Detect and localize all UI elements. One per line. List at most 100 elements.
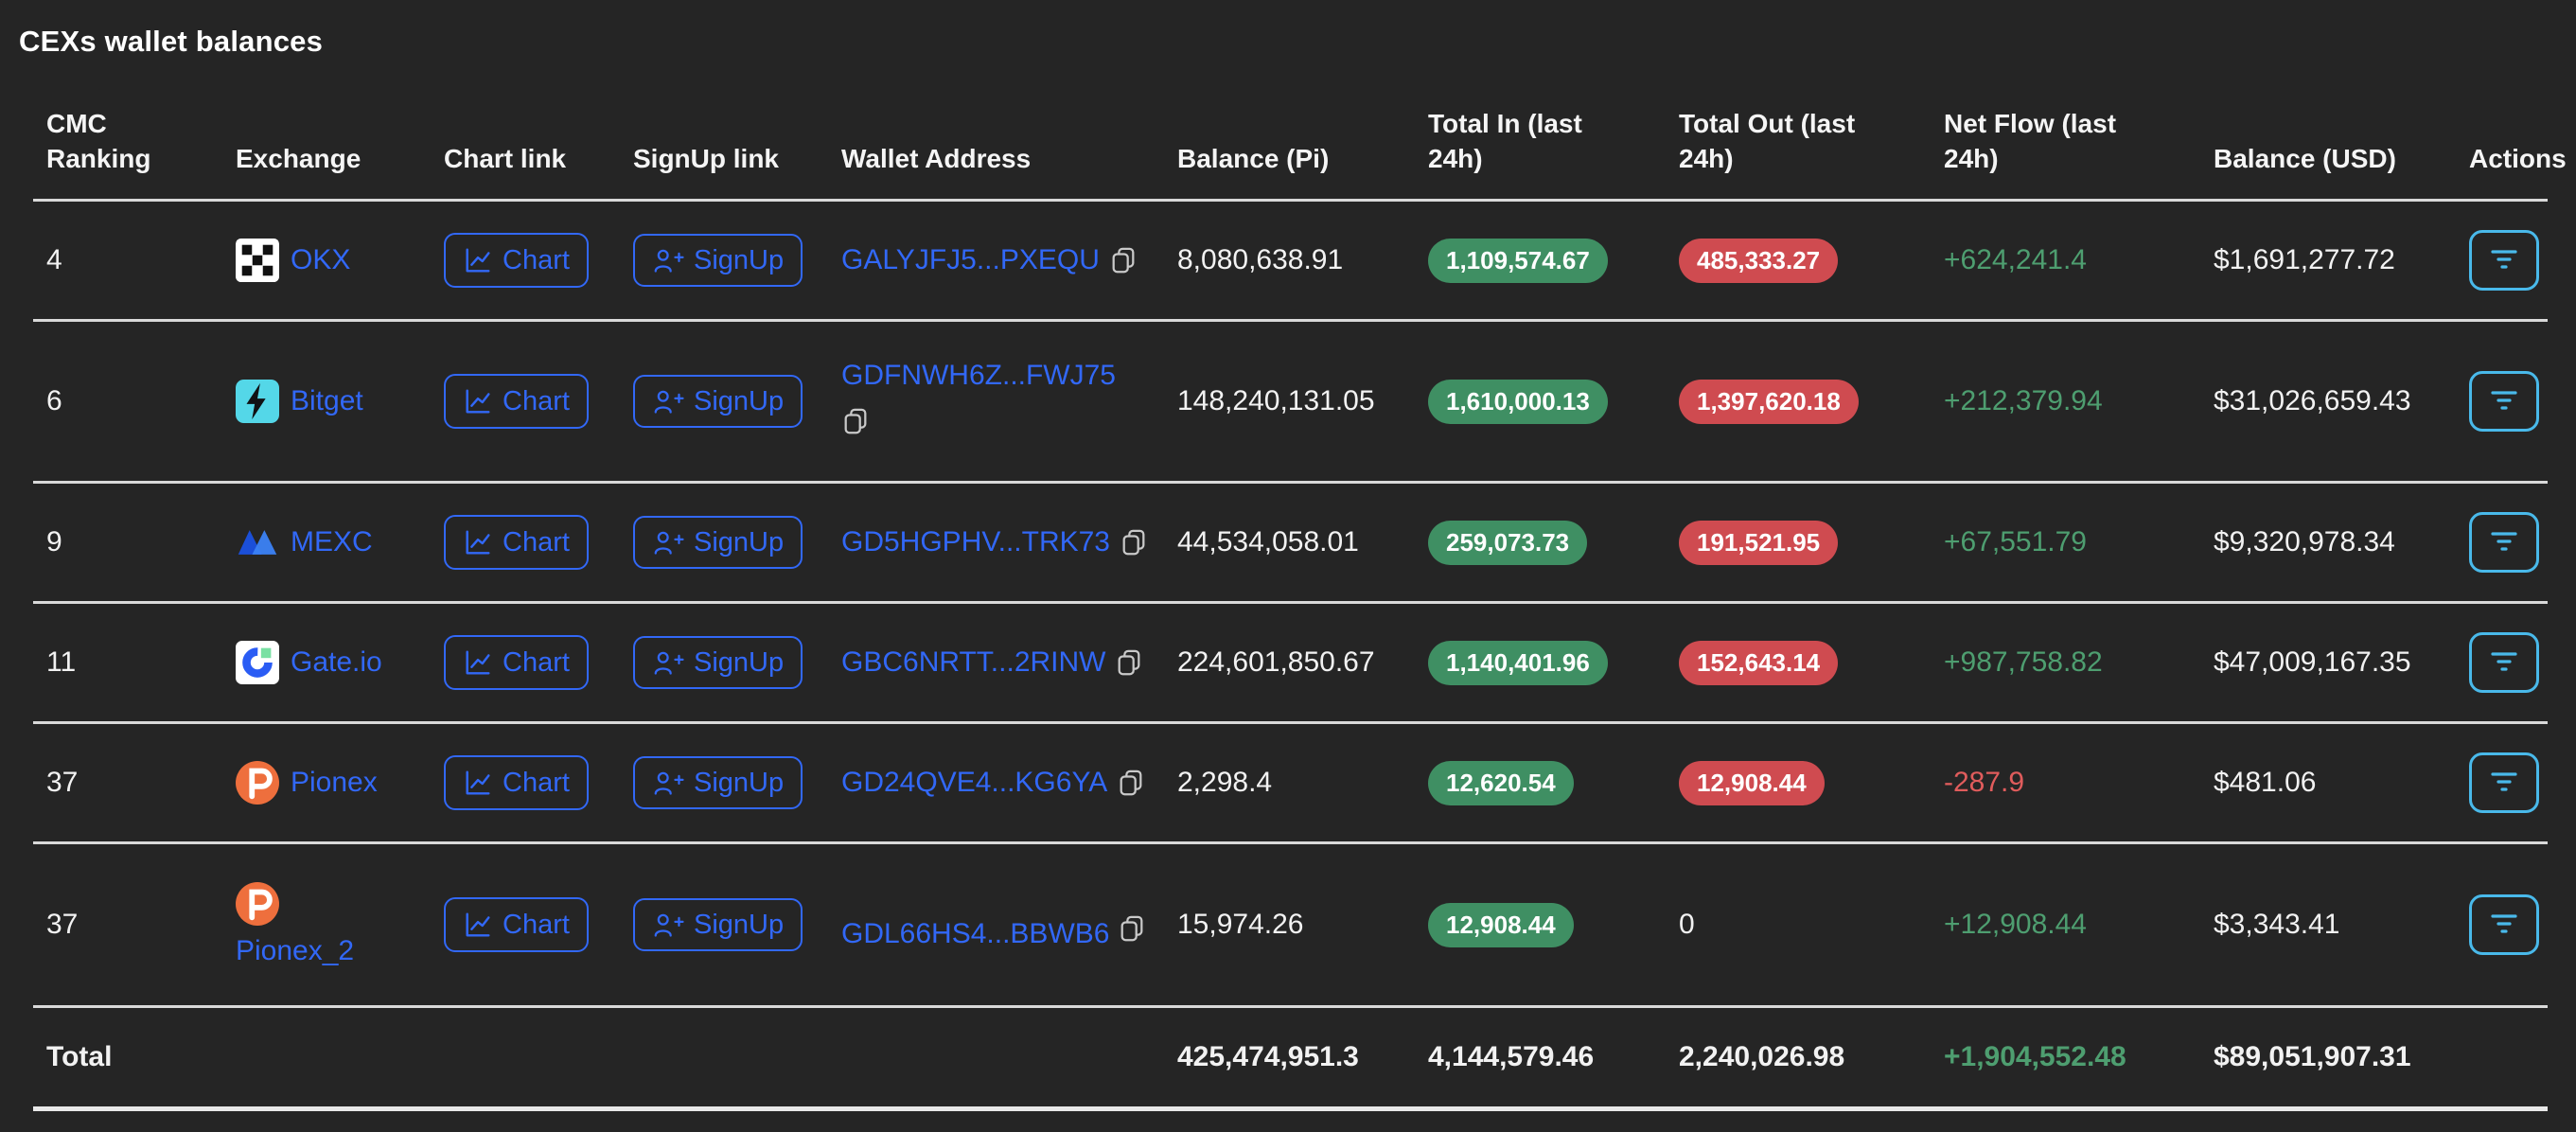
total-out-badge: 152,643.14 <box>1679 641 1838 685</box>
col-header-signup-link: SignUp link <box>620 59 828 201</box>
col-header-chart-link: Chart link <box>431 59 620 201</box>
chart-link-button[interactable]: Chart <box>444 515 589 570</box>
exchange-link[interactable]: Bitget <box>291 385 363 417</box>
filter-icon <box>2490 650 2518 676</box>
actions-filter-button[interactable] <box>2469 512 2539 573</box>
total-in-value: 4,144,579.46 <box>1415 1007 1666 1109</box>
signup-link-button[interactable]: SignUp <box>633 636 803 689</box>
table-row: 9 MEXC Chart SignUp GD5HGPHV...TRK73 <box>33 483 2548 603</box>
copy-icon[interactable] <box>1109 246 1138 274</box>
signup-button-label: SignUp <box>694 247 784 274</box>
total-balance-usd: $89,051,907.31 <box>2200 1007 2456 1109</box>
net-flow-value: +212,379.94 <box>1944 385 2103 416</box>
signup-link-button[interactable]: SignUp <box>633 516 803 569</box>
table-header-row: CMC Ranking Exchange Chart link SignUp l… <box>33 59 2548 201</box>
chart-link-button[interactable]: Chart <box>444 755 589 810</box>
total-row: Total 425,474,951.3 4,144,579.46 2,240,0… <box>33 1007 2548 1109</box>
col-header-label: Total In (last 24h) <box>1428 106 1632 176</box>
exchange-link[interactable]: OKX <box>291 244 350 276</box>
total-out-badge: 1,397,620.18 <box>1679 380 1859 424</box>
chart-line-icon <box>463 768 493 798</box>
signup-link-button[interactable]: SignUp <box>633 756 803 809</box>
chart-line-icon <box>463 386 493 416</box>
total-in-badge: 12,908.44 <box>1428 903 1574 947</box>
wallet-address-link[interactable]: GBC6NRTT...2RINW <box>841 646 1105 679</box>
chart-link-button[interactable]: Chart <box>444 374 589 429</box>
wallet-address-link[interactable]: GALYJFJ5...PXEQU <box>841 244 1100 276</box>
table-row: 6 Bitget Chart SignUp GDFNWH6Z...FWJ75 <box>33 321 2548 483</box>
actions-filter-button[interactable] <box>2469 371 2539 432</box>
balance-usd-cell: $3,343.41 <box>2200 843 2456 1007</box>
copy-icon[interactable] <box>1117 769 1145 797</box>
balance-pi-cell: 8,080,638.91 <box>1164 201 1415 321</box>
wallet-address-link[interactable]: GDFNWH6Z...FWJ75 <box>841 360 1116 391</box>
total-in-badge: 1,140,401.96 <box>1428 641 1608 685</box>
col-header-label: CMC Ranking <box>46 106 209 176</box>
exchange-cell: Pionex <box>236 761 417 805</box>
chart-link-button[interactable]: Chart <box>444 897 589 952</box>
wallet-address-cell: GBC6NRTT...2RINW <box>841 646 1151 679</box>
wallet-address-cell: GD5HGPHV...TRK73 <box>841 526 1151 558</box>
bitget-icon <box>236 380 279 423</box>
chart-link-button[interactable]: Chart <box>444 635 589 690</box>
wallet-address-link[interactable]: GD5HGPHV...TRK73 <box>841 526 1110 558</box>
chart-line-icon <box>463 527 493 557</box>
balance-pi-cell: 44,534,058.01 <box>1164 483 1415 603</box>
col-header-label: SignUp link <box>633 141 779 176</box>
user-plus-icon <box>652 769 684 797</box>
chart-button-label: Chart <box>503 388 570 416</box>
chart-button-label: Chart <box>503 911 570 939</box>
wallet-address-cell: GD24QVE4...KG6YA <box>841 767 1151 799</box>
signup-link-button[interactable]: SignUp <box>633 375 803 428</box>
balance-pi-cell: 2,298.4 <box>1164 723 1415 843</box>
balance-usd-cell: $481.06 <box>2200 723 2456 843</box>
balance-usd-cell: $47,009,167.35 <box>2200 603 2456 723</box>
signup-button-label: SignUp <box>694 769 784 797</box>
chart-line-icon <box>463 647 493 678</box>
filter-icon <box>2490 770 2518 796</box>
user-plus-icon <box>652 387 684 416</box>
okx-icon <box>236 239 279 282</box>
balance-pi-cell: 224,601,850.67 <box>1164 603 1415 723</box>
chart-link-button[interactable]: Chart <box>444 233 589 288</box>
chart-button-label: Chart <box>503 247 570 274</box>
cmc-ranking-cell: 37 <box>33 843 222 1007</box>
copy-icon[interactable] <box>1115 648 1143 677</box>
signup-button-label: SignUp <box>694 529 784 557</box>
col-header-total-in: Total In (last 24h) <box>1415 59 1666 201</box>
actions-filter-button[interactable] <box>2469 230 2539 291</box>
exchange-cell: OKX <box>236 239 417 282</box>
exchange-link[interactable]: Gate.io <box>291 646 382 679</box>
actions-filter-button[interactable] <box>2469 752 2539 813</box>
cex-wallet-balances-panel: CEXs wallet balances CMC Ranking Exchang… <box>0 25 2576 1111</box>
net-flow-value: +624,241.4 <box>1944 244 2087 275</box>
signup-link-button[interactable]: SignUp <box>633 234 803 287</box>
actions-filter-button[interactable] <box>2469 632 2539 693</box>
col-header-label: Exchange <box>236 141 361 176</box>
col-header-label: Total Out (last 24h) <box>1679 106 1882 176</box>
user-plus-icon <box>652 911 684 939</box>
user-plus-icon <box>652 246 684 274</box>
exchange-link[interactable]: Pionex_2 <box>236 935 354 967</box>
col-header-label: Balance (Pi) <box>1177 141 1329 176</box>
copy-icon[interactable] <box>841 407 870 435</box>
exchange-link[interactable]: MEXC <box>291 526 373 558</box>
balance-usd-cell: $31,026,659.43 <box>2200 321 2456 483</box>
col-header-net-flow: Net Flow (last 24h) <box>1931 59 2200 201</box>
copy-icon[interactable] <box>1118 914 1146 943</box>
net-flow-value: +12,908.44 <box>1944 909 2087 940</box>
wallet-address-link[interactable]: GD24QVE4...KG6YA <box>841 767 1107 799</box>
exchange-link[interactable]: Pionex <box>291 767 378 799</box>
copy-icon[interactable] <box>1120 528 1148 557</box>
col-header-exchange: Exchange <box>222 59 431 201</box>
total-out-badge: 485,333.27 <box>1679 239 1838 283</box>
signup-link-button[interactable]: SignUp <box>633 898 803 951</box>
pionex-icon <box>236 761 279 805</box>
wallet-address-cell: GDL66HS4...BBWB6 <box>841 899 1151 950</box>
wallet-address-link[interactable]: GDL66HS4...BBWB6 <box>841 918 1109 949</box>
actions-filter-button[interactable] <box>2469 894 2539 955</box>
chart-button-label: Chart <box>503 769 570 797</box>
table-row: 37 Pionex_2 Chart SignUp GDL66HS4...BBWB… <box>33 843 2548 1007</box>
wallet-balances-table: CMC Ranking Exchange Chart link SignUp l… <box>33 59 2548 1111</box>
signup-button-label: SignUp <box>694 649 784 677</box>
